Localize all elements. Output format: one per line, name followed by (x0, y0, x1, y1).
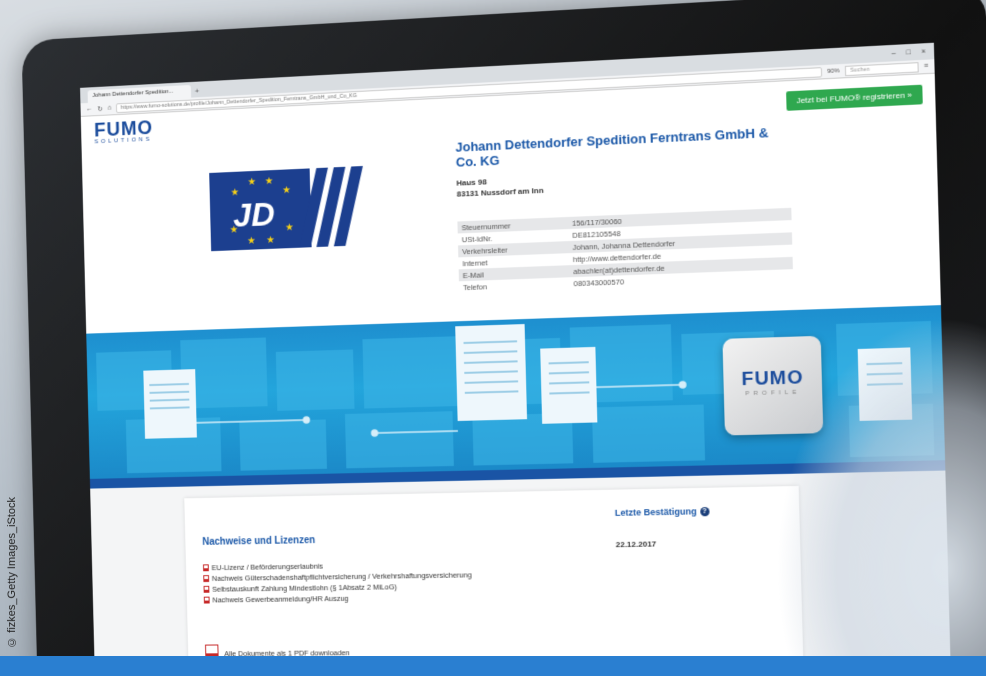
company-info: Johann Dettendorfer Spedition Ferntrans … (455, 124, 793, 293)
logo-letters: JD (233, 196, 275, 235)
pdf-icon (204, 597, 210, 604)
menu-icon[interactable]: ≡ (924, 63, 929, 70)
reload-icon[interactable]: ↻ (97, 105, 103, 113)
company-info-table: Steuernummer 156/117/30060 USt-IdNr. DE8… (457, 208, 793, 293)
maximize-icon[interactable]: □ (906, 46, 911, 61)
new-tab-icon[interactable]: + (195, 85, 200, 98)
pdf-icon (203, 564, 209, 571)
document-label: Nachweis Gewerbeanmeldung/HR Auszug (212, 594, 348, 605)
info-label: Telefon (459, 279, 574, 292)
company-name: Johann Dettendorfer Spedition Ferntrans … (455, 124, 790, 170)
pdf-icon (204, 586, 210, 593)
home-icon[interactable]: ⌂ (107, 105, 111, 112)
help-icon[interactable]: ? (700, 507, 709, 516)
svg-text:★: ★ (265, 176, 274, 187)
register-button[interactable]: Jetzt bei FUMO® registrieren » (786, 85, 923, 111)
last-confirmation-label: Letzte Bestätigung ? (615, 506, 709, 518)
fumo-logo[interactable]: FUMO SOLUTIONS (94, 119, 153, 145)
document-link[interactable]: Nachweis Gewerbeanmeldung/HR Auszug (204, 591, 473, 605)
bottom-color-bar (0, 656, 986, 676)
document-label: EU-Lizenz / Beförderungserlaubnis (212, 562, 324, 572)
svg-text:★: ★ (266, 235, 275, 246)
documents-panel: Letzte Bestätigung ? 22.12.2017 Nachweis… (184, 486, 804, 676)
foreground-blur (776, 316, 986, 676)
svg-text:★: ★ (247, 236, 256, 247)
window-controls: – □ × (891, 45, 925, 61)
company-logo: ★ ★ ★ ★ ★ ★ ★ ★ JD (209, 165, 379, 251)
confirmation-date: 22.12.2017 (616, 539, 657, 549)
pdf-icon (203, 575, 209, 582)
document-list: EU-Lizenz / Beförderungserlaubnis Nachwe… (203, 558, 472, 605)
svg-text:★: ★ (282, 185, 291, 196)
last-confirmation-text: Letzte Bestätigung (615, 506, 697, 518)
search-input[interactable]: Suchen (845, 62, 919, 76)
back-icon[interactable]: ← (86, 106, 93, 113)
minimize-icon[interactable]: – (891, 47, 896, 62)
close-icon[interactable]: × (921, 45, 926, 60)
photo-credit: © fizkes_Getty Images_iStock (6, 497, 18, 648)
svg-text:★: ★ (247, 177, 256, 188)
svg-text:★: ★ (285, 222, 294, 233)
zoom-level[interactable]: 90% (827, 68, 840, 75)
documents-title: Nachweise und Lizenzen (202, 535, 315, 548)
